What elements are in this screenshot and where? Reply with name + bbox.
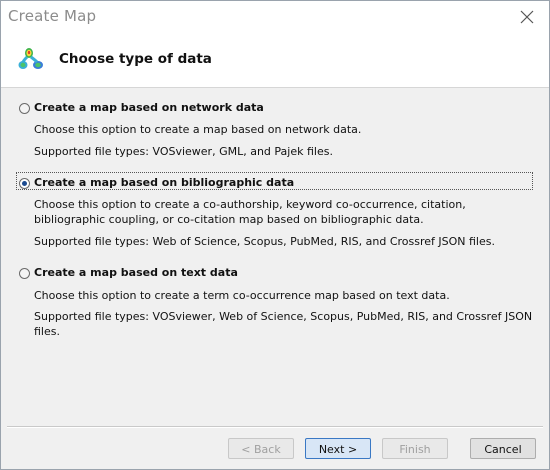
option-bibliographic-filetypes: Supported file types: Web of Science, Sc… [34, 235, 495, 248]
page-title: Choose type of data [59, 51, 212, 67]
button-separator [7, 426, 543, 428]
radio-bibliographic[interactable] [19, 178, 30, 189]
title-bar: Create Map [1, 1, 549, 33]
option-text-filetypes: Supported file types: VOSviewer, Web of … [34, 310, 533, 338]
cancel-button[interactable]: Cancel [470, 438, 536, 459]
radio-text[interactable] [19, 268, 30, 279]
create-map-dialog: Create Map Choose type of data Create a … [0, 0, 550, 470]
window-title: Create Map [8, 7, 97, 25]
option-list: Create a map based on network data Choos… [1, 88, 549, 426]
next-button[interactable]: Next > [305, 438, 371, 459]
option-text-description: Choose this option to create a term co-o… [34, 289, 450, 302]
option-network-description: Choose this option to create a map based… [34, 123, 362, 136]
option-text-label: Create a map based on text data [34, 266, 238, 279]
option-bibliographic-label: Create a map based on bibliographic data [34, 176, 295, 189]
vosviewer-app-icon [15, 43, 47, 75]
back-button[interactable]: < Back [228, 438, 294, 459]
option-network-label: Create a map based on network data [34, 101, 264, 114]
finish-button[interactable]: Finish [382, 438, 448, 459]
close-icon[interactable] [515, 5, 539, 29]
option-network-filetypes: Supported file types: VOSviewer, GML, an… [34, 145, 333, 158]
radio-network[interactable] [19, 103, 30, 114]
dialog-header: Choose type of data [1, 33, 549, 88]
option-bibliographic-description: Choose this option to create a co-author… [34, 198, 466, 226]
